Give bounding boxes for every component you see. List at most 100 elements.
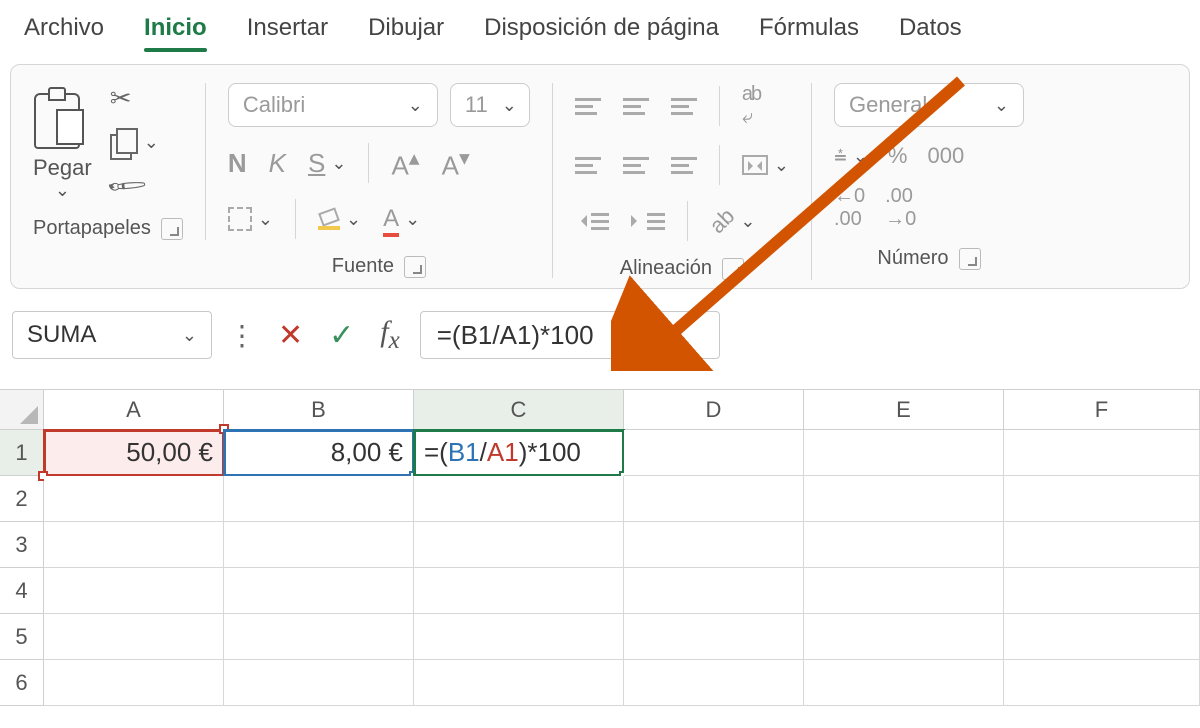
- chevron-down-icon: ⌄: [502, 96, 517, 114]
- number-launcher[interactable]: [959, 248, 981, 270]
- cell-A3[interactable]: [44, 522, 224, 568]
- copy-button[interactable]: ⌄: [110, 128, 159, 156]
- font-color-button[interactable]: A⌄: [383, 205, 420, 233]
- menu-formulas[interactable]: Fórmulas: [759, 14, 859, 42]
- font-size-select[interactable]: 11 ⌄: [450, 83, 530, 127]
- row-header-6[interactable]: 6: [0, 660, 44, 706]
- comma-style-button[interactable]: 000: [927, 143, 964, 169]
- borders-button[interactable]: ⌄: [228, 207, 273, 231]
- paste-button[interactable]: Pegar ⌄: [33, 83, 92, 201]
- orientation-button[interactable]: ab⌄: [710, 208, 756, 234]
- cell-E6[interactable]: [804, 660, 1004, 706]
- cell-B2[interactable]: [224, 476, 414, 522]
- decrease-decimal-button[interactable]: .00→0: [885, 185, 916, 231]
- menu-datos[interactable]: Datos: [899, 14, 962, 42]
- cell-C1[interactable]: =(B1/A1)*100: [414, 430, 624, 476]
- cell-C3[interactable]: [414, 522, 624, 568]
- col-header-F[interactable]: F: [1004, 390, 1200, 430]
- cell-E1[interactable]: [804, 430, 1004, 476]
- cell-B4[interactable]: [224, 568, 414, 614]
- decrease-indent-button[interactable]: [575, 213, 609, 230]
- cell-F6[interactable]: [1004, 660, 1200, 706]
- grow-font-button[interactable]: A▴: [391, 145, 419, 182]
- col-header-B[interactable]: B: [224, 390, 414, 430]
- cell-F5[interactable]: [1004, 614, 1200, 660]
- cell-D2[interactable]: [624, 476, 804, 522]
- percent-button[interactable]: %: [888, 143, 908, 169]
- cell-C4[interactable]: [414, 568, 624, 614]
- cell-D5[interactable]: [624, 614, 804, 660]
- menu-dibujar[interactable]: Dibujar: [368, 14, 444, 42]
- cell-D1[interactable]: [624, 430, 804, 476]
- cancel-formula-button[interactable]: ✕: [272, 318, 309, 353]
- cell-C2[interactable]: [414, 476, 624, 522]
- row-header-3[interactable]: 3: [0, 522, 44, 568]
- row-header-1[interactable]: 1: [0, 430, 44, 476]
- spreadsheet-grid: A B C D E F 1 50,00 € 8,00 € =(B1/A1)*10…: [0, 389, 1200, 706]
- insert-function-button[interactable]: fx: [374, 315, 405, 355]
- row-5: 5: [0, 614, 1200, 660]
- select-all-corner[interactable]: [0, 390, 44, 430]
- cell-F4[interactable]: [1004, 568, 1200, 614]
- merge-button[interactable]: ⌄: [742, 155, 789, 175]
- increase-decimal-button[interactable]: ←0.00: [834, 185, 865, 231]
- menu-insertar[interactable]: Insertar: [247, 14, 328, 42]
- row-header-4[interactable]: 4: [0, 568, 44, 614]
- cell-F1[interactable]: [1004, 430, 1200, 476]
- align-right-button[interactable]: [671, 157, 697, 174]
- cell-E5[interactable]: [804, 614, 1004, 660]
- menu-archivo[interactable]: Archivo: [24, 14, 104, 42]
- font-name-select[interactable]: Calibri ⌄: [228, 83, 438, 127]
- cell-E3[interactable]: [804, 522, 1004, 568]
- shrink-font-button[interactable]: A▾: [442, 145, 470, 182]
- align-center-button[interactable]: [623, 157, 649, 174]
- cell-C6[interactable]: [414, 660, 624, 706]
- col-header-A[interactable]: A: [44, 390, 224, 430]
- wrap-text-button[interactable]: ab⤶: [742, 83, 760, 129]
- increase-indent-button[interactable]: [631, 213, 665, 230]
- format-painter-button[interactable]: 🖌: [110, 170, 159, 201]
- cell-B3[interactable]: [224, 522, 414, 568]
- accounting-format-button[interactable]: ⩮⌄: [834, 143, 868, 169]
- cell-D4[interactable]: [624, 568, 804, 614]
- align-top-button[interactable]: [575, 98, 601, 115]
- align-left-button[interactable]: [575, 157, 601, 174]
- accept-formula-button[interactable]: ✓: [323, 318, 360, 353]
- number-format-select[interactable]: General ⌄: [834, 83, 1024, 127]
- cell-A2[interactable]: [44, 476, 224, 522]
- cell-B1[interactable]: 8,00 €: [224, 430, 414, 476]
- cut-button[interactable]: ✂: [110, 83, 159, 114]
- italic-button[interactable]: K: [269, 148, 286, 179]
- align-middle-button[interactable]: [623, 98, 649, 115]
- chevron-down-icon: ⌄: [346, 210, 361, 228]
- cell-B6[interactable]: [224, 660, 414, 706]
- cell-E4[interactable]: [804, 568, 1004, 614]
- cell-F3[interactable]: [1004, 522, 1200, 568]
- formula-input[interactable]: =(B1/A1)*100: [420, 311, 720, 359]
- clipboard-launcher[interactable]: [161, 218, 183, 240]
- font-launcher[interactable]: [404, 256, 426, 278]
- cell-A1[interactable]: 50,00 €: [44, 430, 224, 476]
- cell-D6[interactable]: [624, 660, 804, 706]
- col-header-D[interactable]: D: [624, 390, 804, 430]
- bold-button[interactable]: N: [228, 148, 247, 179]
- menu-inicio[interactable]: Inicio: [144, 14, 207, 42]
- cell-A6[interactable]: [44, 660, 224, 706]
- underline-button[interactable]: S⌄: [308, 148, 346, 179]
- cell-D3[interactable]: [624, 522, 804, 568]
- name-box[interactable]: SUMA ⌄: [12, 311, 212, 359]
- cell-B5[interactable]: [224, 614, 414, 660]
- alignment-launcher[interactable]: [722, 258, 744, 280]
- cell-A5[interactable]: [44, 614, 224, 660]
- fill-color-button[interactable]: ⌄: [318, 208, 361, 230]
- cell-F2[interactable]: [1004, 476, 1200, 522]
- cell-A4[interactable]: [44, 568, 224, 614]
- cell-E2[interactable]: [804, 476, 1004, 522]
- row-header-2[interactable]: 2: [0, 476, 44, 522]
- row-header-5[interactable]: 5: [0, 614, 44, 660]
- col-header-E[interactable]: E: [804, 390, 1004, 430]
- align-bottom-button[interactable]: [671, 98, 697, 115]
- menu-disposicion[interactable]: Disposición de página: [484, 14, 719, 42]
- col-header-C[interactable]: C: [414, 390, 624, 430]
- cell-C5[interactable]: [414, 614, 624, 660]
